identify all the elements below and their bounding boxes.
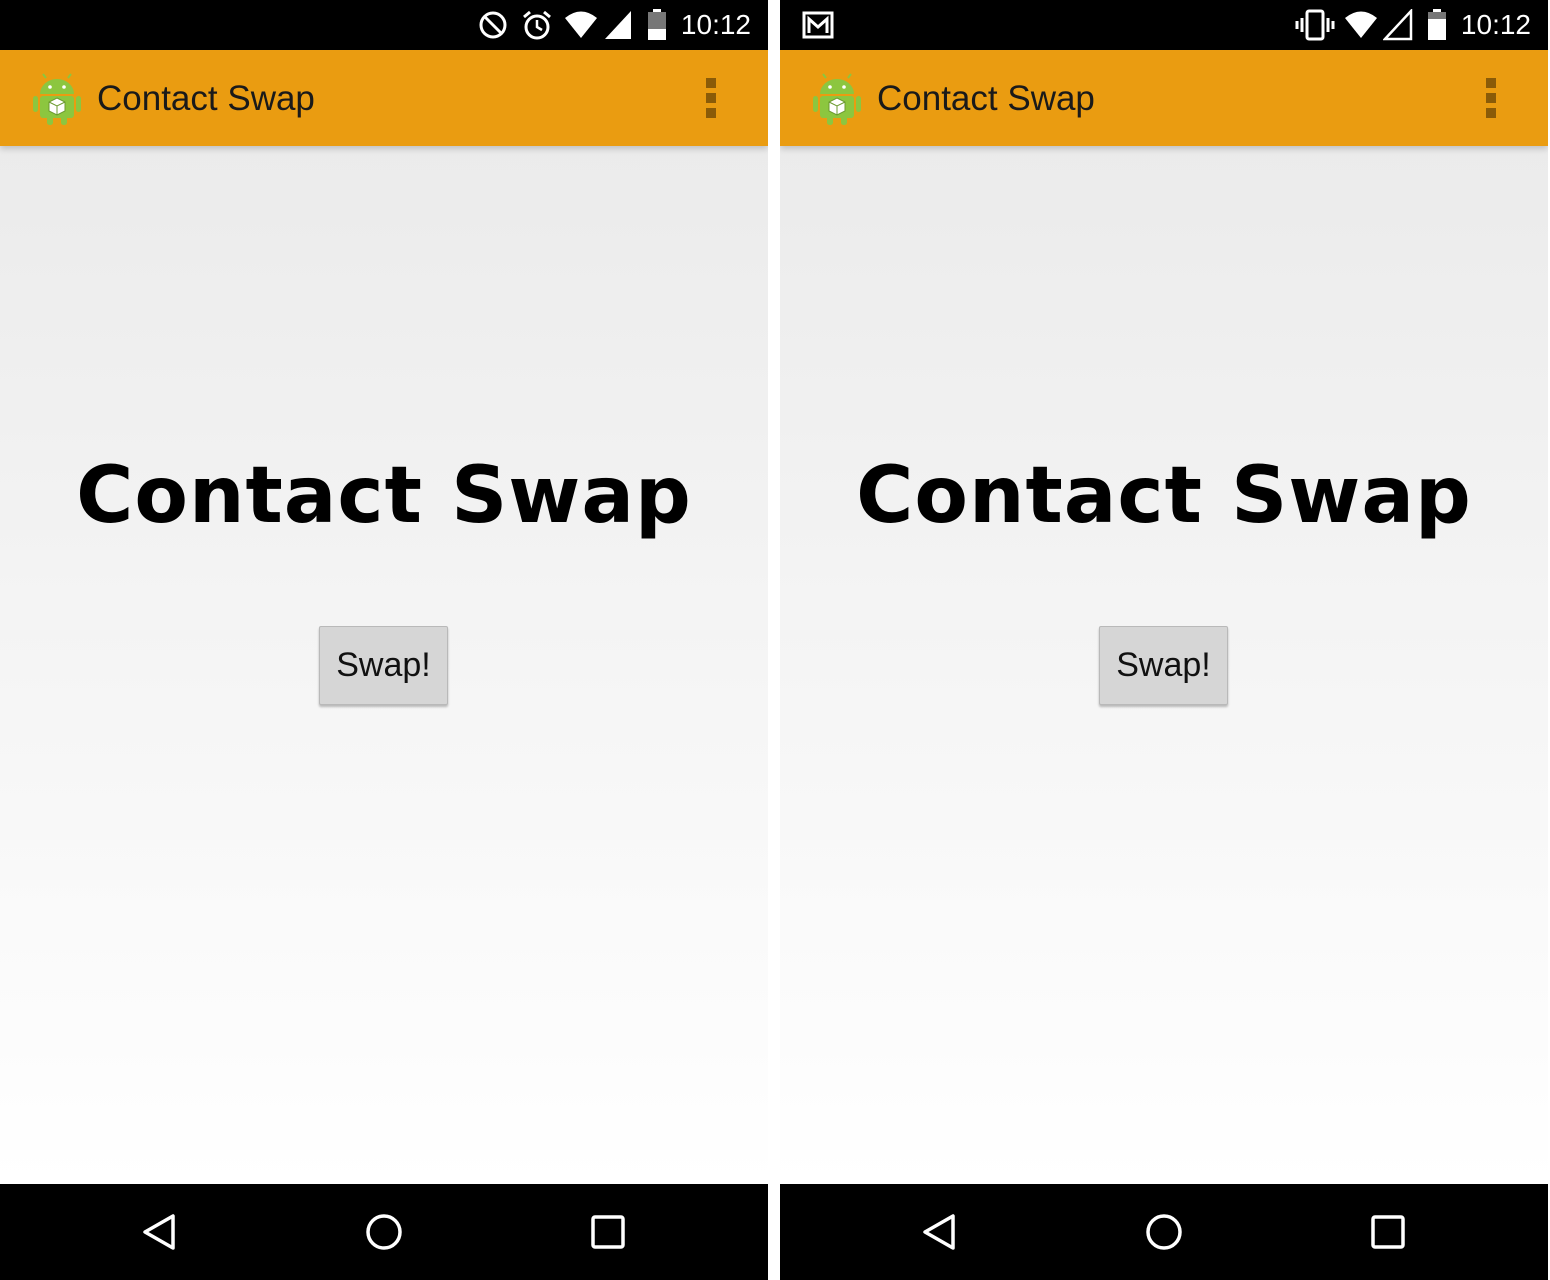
action-bar: Contact Swap <box>0 50 768 146</box>
action-bar: Contact Swap <box>780 50 1548 146</box>
phone-screen-right: 10:12 Contact Swap Contact Swap Swap! <box>780 0 1548 1280</box>
battery-icon <box>1428 9 1446 40</box>
phone-screen-left: 10:12 Contact Swap Contact Swap Swap! <box>0 0 768 1280</box>
back-icon[interactable] <box>920 1212 960 1252</box>
main-content: Contact Swap Swap! <box>0 146 768 1184</box>
do-not-disturb-icon <box>479 11 507 39</box>
status-bar: 10:12 <box>0 0 768 50</box>
cell-signal-icon <box>1383 9 1413 41</box>
home-icon[interactable] <box>364 1212 404 1252</box>
nav-bar <box>0 1184 768 1280</box>
nav-bar <box>780 1184 1548 1280</box>
recents-icon[interactable] <box>1368 1212 1408 1252</box>
wifi-icon <box>1345 11 1377 38</box>
status-time: 10:12 <box>1460 9 1531 40</box>
heading: Contact Swap <box>856 451 1472 541</box>
cell-signal-icon <box>605 11 631 39</box>
status-time: 10:12 <box>680 9 751 40</box>
vibrate-icon <box>1295 9 1335 41</box>
android-icon <box>813 73 861 125</box>
android-icon <box>33 73 81 125</box>
status-bar: 10:12 <box>780 0 1548 50</box>
app-title: Contact Swap <box>97 79 315 118</box>
main-content: Contact Swap Swap! <box>780 146 1548 1184</box>
app-title: Contact Swap <box>877 79 1095 118</box>
heading: Contact Swap <box>76 451 692 541</box>
wifi-icon <box>565 11 597 38</box>
alarm-icon <box>523 10 551 40</box>
recents-icon[interactable] <box>588 1212 628 1252</box>
swap-button[interactable]: Swap! <box>1099 626 1228 705</box>
swap-button[interactable]: Swap! <box>319 626 448 705</box>
overflow-menu-icon[interactable] <box>700 76 724 120</box>
gmail-notification-icon <box>802 11 834 39</box>
home-icon[interactable] <box>1144 1212 1184 1252</box>
battery-icon <box>648 9 666 40</box>
back-icon[interactable] <box>140 1212 180 1252</box>
overflow-menu-icon[interactable] <box>1480 76 1504 120</box>
